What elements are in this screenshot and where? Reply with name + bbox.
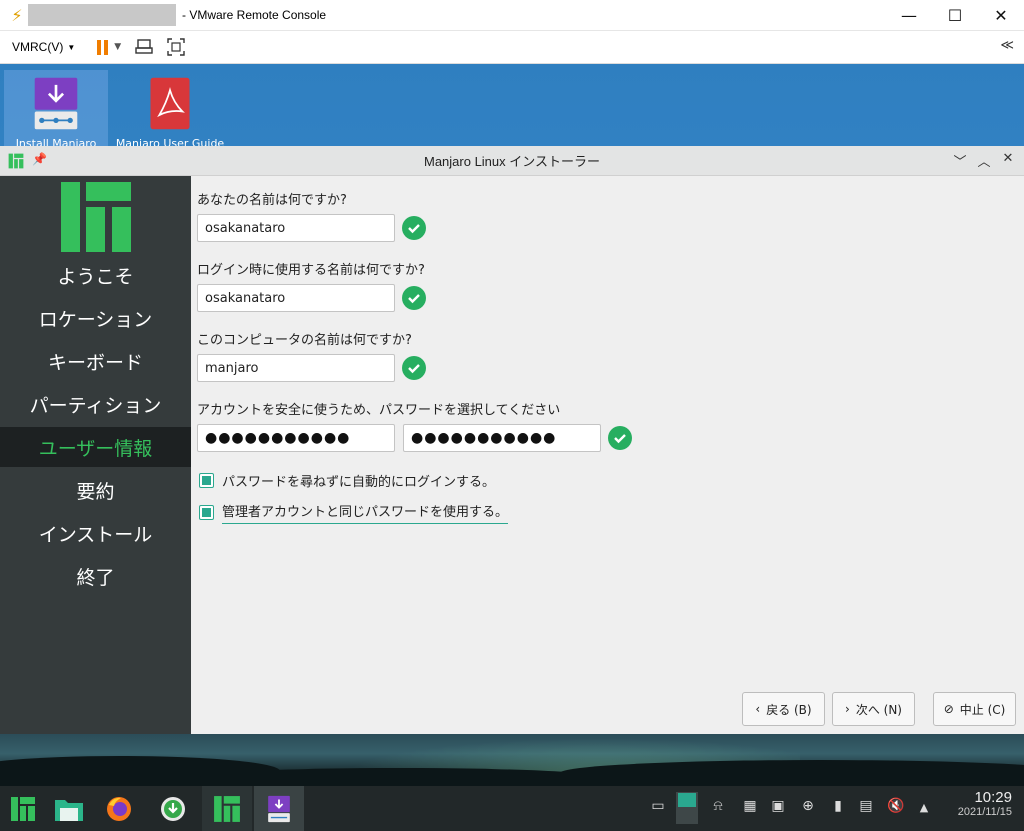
vmrc-titlebar: ⚡ - VMware Remote Console — ☐ ✕ <box>0 0 1024 31</box>
volume-muted-icon[interactable]: 🔇 <box>886 798 906 814</box>
manjaro-logo-icon <box>61 182 131 252</box>
close-icon[interactable]: ✕ <box>998 151 1018 166</box>
full-name-label: あなたの名前は何ですか? <box>197 193 347 208</box>
vmrc-menu-label: VMRC(V) <box>12 40 64 54</box>
chevron-left-icon: ‹ <box>755 702 761 716</box>
pin-icon[interactable]: 📌 <box>32 152 47 166</box>
terminal-icon[interactable]: ▣ <box>768 798 788 814</box>
clock[interactable]: 10:29 2021/11/15 <box>958 789 1012 818</box>
sidebar-item-welcome: ようこそ <box>57 265 134 288</box>
hostname-label: このコンピュータの名前は何ですか? <box>197 333 412 348</box>
check-circle-icon <box>402 216 426 240</box>
sidebar-item-partition: パーティション <box>29 394 162 417</box>
next-button[interactable]: › 次へ (N) <box>832 692 915 726</box>
admin-password-checkbox-row[interactable]: 管理者アカウントと同じパスワードを使用する。 <box>199 501 509 524</box>
download-icon <box>161 796 185 821</box>
back-button[interactable]: ‹ 戻る (B) <box>742 692 825 726</box>
sidebar-item-location: ロケーション <box>38 308 153 331</box>
next-button-label: 次へ (N) <box>855 702 902 717</box>
task-installer[interactable] <box>254 786 304 831</box>
login-name-label: ログイン時に使用する名前は何ですか? <box>197 263 425 278</box>
firefox-button[interactable] <box>96 786 142 831</box>
back-button-label: 戻る (B) <box>766 702 812 717</box>
vmrc-logo-icon: ⚡ <box>11 5 23 25</box>
full-name-field[interactable]: osakanataro <box>197 214 395 242</box>
software-update-button[interactable] <box>150 786 196 831</box>
chevron-down-icon[interactable]: ﹀ <box>950 151 970 170</box>
pdf-icon <box>150 77 190 130</box>
notifications-icon[interactable]: ⍾ <box>708 798 728 814</box>
vmrc-toolbar: VMRC(V) ▼ ▼ ≪ <box>0 31 1024 64</box>
manjaro-logo-icon <box>214 795 240 822</box>
sidebar-item-install: インストール <box>38 523 153 546</box>
installer-title: Manjaro Linux インストーラー <box>423 154 600 169</box>
autologin-checkbox-row[interactable]: パスワードを尋ねずに自動的にログインする。 <box>199 471 495 490</box>
clock-time: 10:29 <box>974 789 1012 806</box>
check-circle-icon <box>402 286 426 310</box>
admin-password-label: 管理者アカウントと同じパスワードを使用する。 <box>222 501 509 524</box>
battery-icon[interactable]: ▮ <box>828 798 848 814</box>
vmrc-menu-button[interactable]: VMRC(V) ▼ <box>12 40 75 54</box>
clipboard-icon[interactable]: ▦ <box>740 798 760 814</box>
installer-window: 📌 Manjaro Linux インストーラー ﹀ ︿ ✕ ようこそ ロケーショ… <box>0 146 1024 734</box>
desktop-icon-guide[interactable]: Manjaro User Guide <box>116 70 224 150</box>
installer-sidebar: ようこそ ロケーション キーボード パーティション ユーザー情報 要約 インスト… <box>0 176 191 734</box>
sidebar-item-finish: 終了 <box>76 566 115 589</box>
cancel-button-label: 中止 (C) <box>959 702 1006 717</box>
login-name-field[interactable]: osakanataro <box>197 284 395 312</box>
cancel-icon: ⊘ <box>943 702 954 716</box>
pause-icon[interactable] <box>97 39 109 55</box>
update-icon[interactable]: ⊕ <box>798 798 818 814</box>
folder-icon <box>55 799 83 821</box>
close-icon[interactable]: ✕ <box>978 0 1024 31</box>
desktop-icon-install[interactable]: Install Manjaro <box>4 70 108 150</box>
minimize-icon[interactable]: — <box>886 0 932 31</box>
installer-icon <box>268 795 290 822</box>
pager-icon[interactable] <box>676 792 698 824</box>
admin-password-checkbox[interactable] <box>199 505 214 520</box>
sidebar-item-keyboard: キーボード <box>47 351 143 374</box>
send-ctrl-alt-del-icon[interactable] <box>135 38 153 56</box>
autologin-checkbox[interactable] <box>199 473 214 488</box>
sidebar-item-users: ユーザー情報 <box>0 427 191 467</box>
password-field[interactable]: ●●●●●●●●●●● <box>197 424 395 452</box>
desktop-peek-icon[interactable]: ▭ <box>648 798 668 814</box>
task-manjaro-hello[interactable] <box>202 786 252 831</box>
collapse-toolbar-icon[interactable]: ≪ <box>1000 38 1014 53</box>
taskbar: ▭ ⍾ ▦ ▣ ⊕ ▮ ▤ 🔇 ▲ 10:29 2021/11/15 <box>0 786 1024 831</box>
manjaro-logo-icon <box>8 153 24 169</box>
installer-icon <box>34 77 78 130</box>
window-title: - VMware Remote Console <box>182 8 327 22</box>
file-manager-button[interactable] <box>46 786 92 831</box>
hostname-field[interactable]: manjaro <box>197 354 395 382</box>
chevron-up-icon[interactable]: ︿ <box>974 151 994 170</box>
sidebar-item-summary: 要約 <box>76 480 115 503</box>
user-info-page: あなたの名前は何ですか? osakanataro ログイン時に使用する名前は何で… <box>191 176 1024 734</box>
check-circle-icon <box>402 356 426 380</box>
autologin-label: パスワードを尋ねずに自動的にログインする。 <box>222 475 496 490</box>
manjaro-logo-icon <box>11 796 35 821</box>
app-menu-button[interactable] <box>0 786 46 831</box>
chevron-down-icon: ▼ <box>67 42 76 52</box>
chevron-right-icon: › <box>845 702 850 716</box>
clock-date: 2021/11/15 <box>957 806 1012 818</box>
tray-expand-icon[interactable]: ▲ <box>914 801 934 814</box>
chevron-down-icon[interactable]: ▼ <box>114 42 121 52</box>
password-confirm-field[interactable]: ●●●●●●●●●●● <box>403 424 601 452</box>
maximize-icon[interactable]: ☐ <box>932 0 978 31</box>
cancel-button[interactable]: ⊘ 中止 (C) <box>933 692 1016 726</box>
check-circle-icon <box>608 426 632 450</box>
redacted-hostname <box>28 4 176 26</box>
fullscreen-icon[interactable] <box>167 38 185 56</box>
installer-titlebar: 📌 Manjaro Linux インストーラー ﹀ ︿ ✕ <box>0 146 1024 176</box>
password-label: アカウントを安全に使うため、パスワードを選択してください <box>197 403 561 418</box>
network-icon[interactable]: ▤ <box>856 798 876 814</box>
wallpaper-landscape <box>0 732 1024 786</box>
firefox-icon <box>107 796 131 821</box>
vmrc-window: ⚡ - VMware Remote Console — ☐ ✕ VMRC(V) … <box>0 0 1024 831</box>
